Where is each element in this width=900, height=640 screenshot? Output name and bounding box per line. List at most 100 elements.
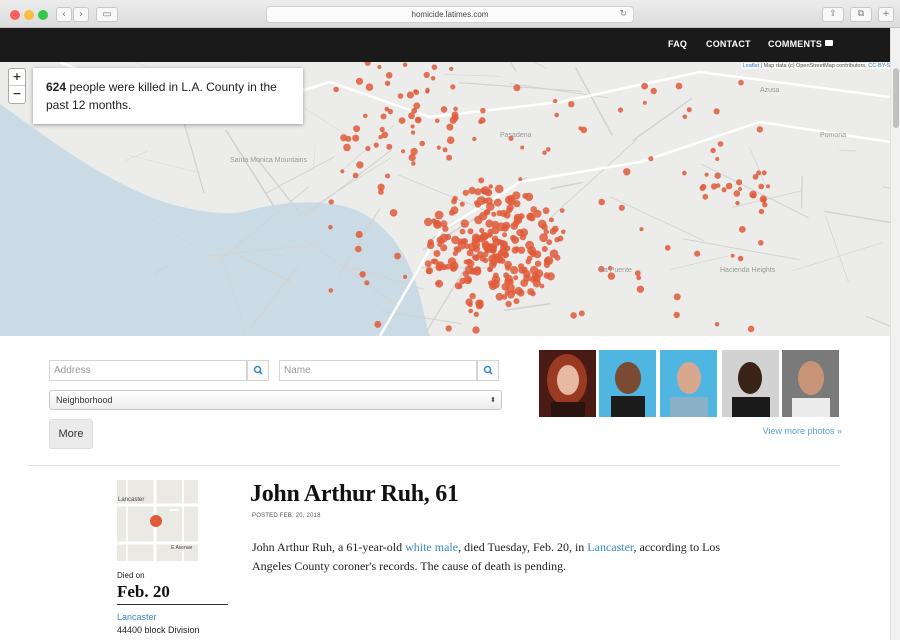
close-window-button[interactable] [10,10,20,20]
view-more-photos-link[interactable]: View more photos » [720,426,842,436]
scroll-thumb[interactable] [893,68,899,128]
reload-icon[interactable]: ↻ [619,7,627,22]
address-bar[interactable]: homicide.latimes.com ↻ [266,6,634,23]
homicide-marker [478,177,485,184]
neighborhood-select[interactable]: Neighborhood ⬍ [49,390,502,410]
zoom-in-button[interactable]: + [9,69,25,86]
share-button[interactable]: ⇪ [822,7,844,22]
victim-photo[interactable] [660,350,717,417]
map-road [458,82,582,93]
map-place-label: Pomona [820,132,846,139]
map-road [609,196,705,242]
homicide-marker [650,87,657,95]
ocean-area [0,104,430,336]
more-button[interactable]: More [49,419,93,449]
homicide-marker [513,84,521,92]
new-tab-button[interactable]: + [878,7,894,22]
place-link[interactable]: Lancaster [117,612,157,622]
homicide-marker [578,310,585,317]
homicide-marker [333,86,339,93]
homicide-marker [511,236,520,244]
name-search-button[interactable] [477,360,499,381]
leaflet-link[interactable]: Leaflet [743,63,760,69]
homicide-marker [380,113,387,120]
homicide-marker [473,266,482,274]
victim-photo[interactable] [539,350,596,417]
tabs-button[interactable]: ⧉ [850,7,872,22]
homicide-marker [425,89,430,94]
homicide-marker [446,154,453,161]
victim-photo[interactable] [722,350,779,417]
nav-faq[interactable]: FAQ [668,39,687,49]
died-on-label: Died on [117,571,145,580]
homicide-marker [738,226,746,233]
homicide-marker [394,252,401,260]
minimize-window-button[interactable] [24,10,34,20]
homicide-marker [762,202,768,208]
homicide-marker [756,170,762,176]
homicide-marker [542,150,547,155]
sidebar-icon: ▭ [102,9,112,20]
map-place-label: Pasadena [500,132,532,139]
homicide-marker [408,112,415,120]
map-road [825,215,849,283]
search-icon [483,365,493,375]
page-scrollbar[interactable] [890,28,900,640]
homicide-marker [386,143,393,150]
zoom-out-button[interactable]: − [9,86,25,103]
homicide-marker [500,240,508,248]
homicide-marker [664,244,671,251]
maximize-window-button[interactable] [38,10,48,20]
homicide-marker [554,112,559,118]
homicide-marker [502,232,507,238]
map-road [509,62,517,72]
homicide-marker [738,187,743,191]
attribution-text: | Map data (c) OpenStreetMap contributor… [759,63,869,69]
homicide-marker [475,201,482,208]
homicide-marker [446,123,454,131]
nav-comments[interactable]: COMMENTS [768,39,834,49]
homicide-marker [549,249,559,258]
location-minimap[interactable]: Lancaster E Avenue [117,480,198,561]
homicide-marker [747,325,755,333]
map-road [632,97,693,142]
name-input[interactable]: Name [279,360,477,381]
back-button[interactable]: ‹ [56,7,72,22]
homicide-marker [451,198,457,205]
homicide-marker [377,64,382,70]
browser-toolbar: ‹ › ▭ homicide.latimes.com ↻ ⇪ ⧉ + [0,0,900,28]
homicide-marker [514,215,523,225]
neighborhood-link[interactable]: Lancaster [587,540,633,554]
race-link[interactable]: white male [405,540,458,554]
homicide-marker [541,223,548,231]
address-input[interactable]: Address [49,360,247,381]
map-road [181,114,205,194]
victim-photo[interactable] [599,350,656,417]
homicide-marker [436,145,441,150]
homicide-marker [738,79,744,86]
address-search-button[interactable] [247,360,269,381]
homicide-marker [518,177,523,182]
victim-photo[interactable] [782,350,839,417]
homicide-marker [617,107,624,113]
homicide-marker [328,224,333,230]
homicide-marker [673,311,680,319]
homicide-marker [702,193,709,200]
nav-contact[interactable]: CONTACT [706,39,751,49]
homicide-marker [408,154,416,162]
homicide-marker [761,170,767,176]
sidebar-button[interactable]: ▭ [96,7,118,22]
map-place-label: Hacienda Heights [720,267,776,274]
homicide-marker [525,258,532,265]
homicide-marker [517,289,525,297]
homicide-marker [364,62,371,66]
homicide-marker [725,182,733,190]
homicide-marker [513,298,520,305]
homicide-marker [758,208,765,215]
homicide-marker [737,255,744,262]
forward-button[interactable]: › [73,7,89,22]
homicide-marker [501,294,508,300]
map-road [749,147,766,186]
homicide-marker [543,257,551,265]
nav-comments-label: COMMENTS [768,39,823,49]
